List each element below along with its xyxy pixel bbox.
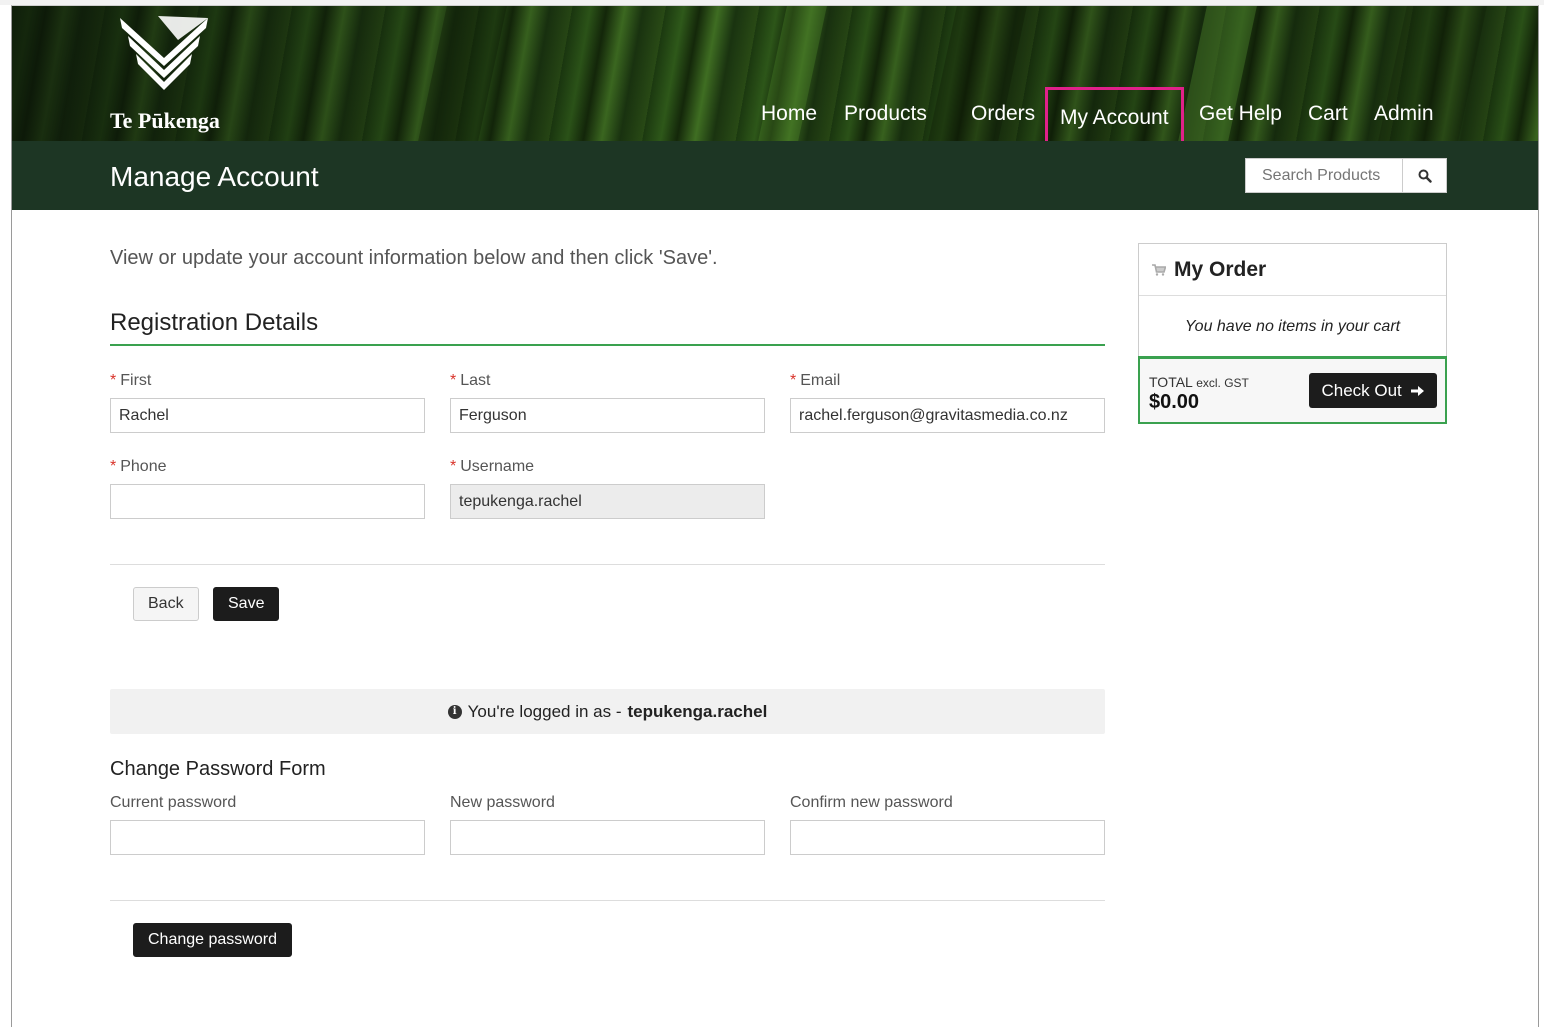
- phone-label: * Phone: [110, 458, 167, 475]
- section-divider: [110, 344, 1105, 346]
- main-nav: Home Products Orders My Account Get Help…: [12, 87, 1538, 141]
- brand-logo[interactable]: Te Pūkenga: [110, 14, 240, 133]
- search-icon: [1418, 169, 1432, 183]
- cart-icon: [1152, 263, 1166, 276]
- intro-text: View or update your account information …: [110, 247, 718, 269]
- divider: [110, 564, 1105, 565]
- checkout-button[interactable]: Check Out: [1309, 373, 1437, 408]
- total-label: TOTAL excl. GST: [1149, 374, 1249, 390]
- save-button[interactable]: Save: [213, 587, 280, 621]
- email-field[interactable]: rachel.ferguson@gravitasmedia.co.nz: [790, 398, 1105, 433]
- nav-orders[interactable]: Orders: [971, 88, 1035, 140]
- new-password-field[interactable]: [450, 820, 765, 855]
- arrow-right-icon: [1410, 386, 1424, 396]
- nav-my-account[interactable]: My Account: [1045, 87, 1184, 141]
- email-label: * Email: [790, 372, 841, 389]
- required-marker: *: [450, 458, 457, 475]
- login-info-username: tepukenga.rachel: [627, 701, 768, 721]
- page-frame: Te Pūkenga Home Products Orders My Accou…: [11, 5, 1539, 1027]
- total-amount: $0.00: [1149, 391, 1200, 413]
- last-name-field[interactable]: Ferguson: [450, 398, 765, 433]
- logo-icon: [120, 16, 208, 90]
- required-marker: *: [110, 458, 117, 475]
- search-box: [1245, 158, 1447, 193]
- nav-get-help[interactable]: Get Help: [1199, 88, 1282, 140]
- required-marker: *: [450, 372, 457, 389]
- login-info-banner: i You're logged in as - tepukenga.rachel: [110, 689, 1105, 734]
- new-password-label: New password: [450, 794, 555, 811]
- password-form-title: Change Password Form: [110, 758, 326, 780]
- change-password-button[interactable]: Change password: [133, 923, 292, 957]
- order-empty-message: You have no items in your cart: [1184, 317, 1401, 335]
- nav-products[interactable]: Products: [844, 88, 927, 140]
- first-name-field[interactable]: Rachel: [110, 398, 425, 433]
- last-label: * Last: [450, 372, 491, 389]
- divider: [110, 900, 1105, 901]
- page-title: Manage Account: [110, 161, 319, 192]
- confirm-password-label: Confirm new password: [790, 794, 953, 811]
- login-info-prefix: You're logged in as -: [467, 701, 622, 721]
- title-bar: Manage Account: [12, 141, 1538, 210]
- registration-title: Registration Details: [110, 309, 319, 336]
- order-panel: My Order You have no items in your cart …: [1138, 243, 1447, 424]
- back-button[interactable]: Back: [133, 587, 199, 621]
- nav-admin[interactable]: Admin: [1374, 88, 1434, 140]
- nav-cart[interactable]: Cart: [1308, 88, 1348, 140]
- order-header: My Order: [1139, 244, 1446, 296]
- username-field: tepukenga.rachel: [450, 484, 765, 519]
- current-password-label: Current password: [110, 794, 237, 811]
- nav-home[interactable]: Home: [761, 88, 817, 140]
- search-input[interactable]: [1245, 158, 1402, 193]
- username-label: * Username: [450, 458, 535, 475]
- current-password-field[interactable]: [110, 820, 425, 855]
- info-icon: i: [447, 704, 462, 719]
- header-banner: Te Pūkenga Home Products Orders My Accou…: [12, 6, 1538, 141]
- first-label: * First: [110, 372, 152, 389]
- required-marker: *: [110, 372, 117, 389]
- confirm-password-field[interactable]: [790, 820, 1105, 855]
- phone-field[interactable]: [110, 484, 425, 519]
- required-marker: *: [790, 372, 797, 389]
- order-title: My Order: [1174, 257, 1267, 281]
- search-button[interactable]: [1402, 158, 1447, 193]
- order-total: TOTAL excl. GST $0.00 Check Out: [1138, 356, 1447, 424]
